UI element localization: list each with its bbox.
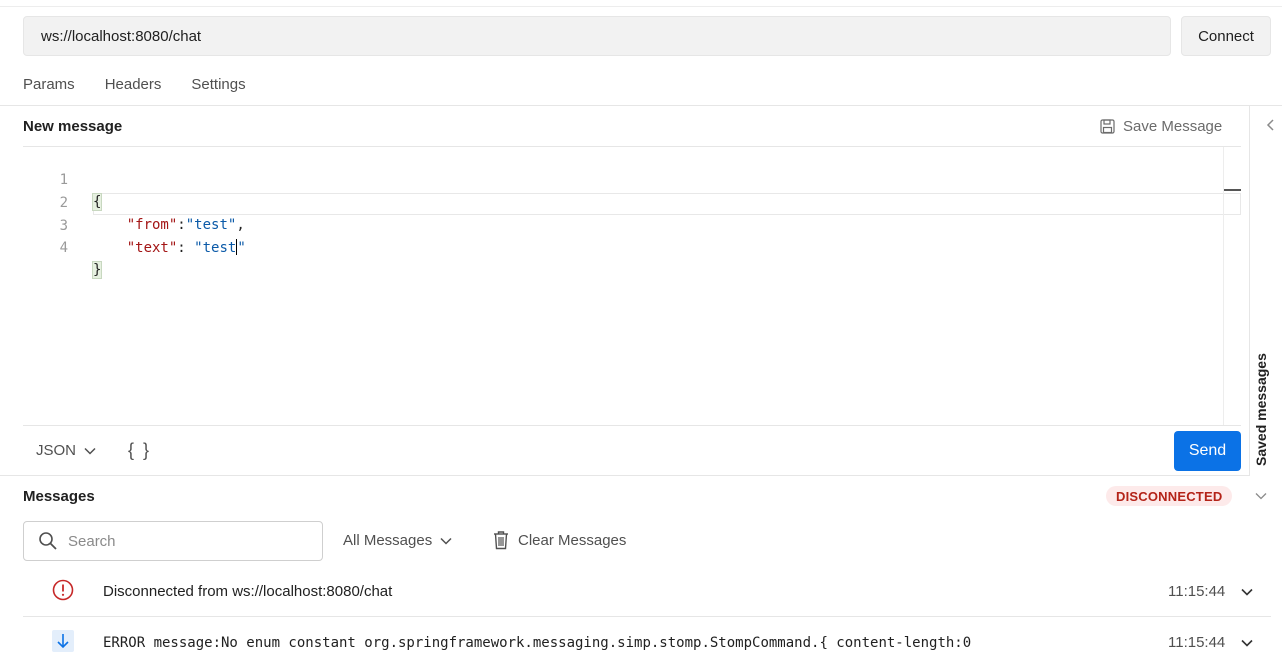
- divider: [23, 425, 1241, 426]
- search-field[interactable]: [23, 521, 323, 561]
- code-line: 4 }: [23, 215, 103, 279]
- line-number: 4: [59, 240, 68, 256]
- tab-params[interactable]: Params: [23, 76, 75, 93]
- message-row[interactable]: ERROR message:No enum constant org.sprin…: [23, 618, 1272, 667]
- filter-value: All Messages: [343, 532, 433, 549]
- message-text: Disconnected from ws://localhost:8080/ch…: [103, 583, 393, 600]
- save-icon: [1100, 119, 1115, 134]
- chevron-down-icon: [84, 447, 96, 455]
- code-line: 1 {: [23, 147, 103, 211]
- divider: [0, 105, 1282, 106]
- message-editor[interactable]: 1 { 2 "from":"test", 3 "text": "test" 4 …: [23, 147, 1241, 425]
- search-input[interactable]: [68, 532, 298, 550]
- search-icon: [39, 532, 57, 550]
- format-value: JSON: [36, 442, 77, 459]
- active-line-highlight: [93, 193, 1241, 215]
- new-message-title: New message: [23, 118, 123, 135]
- saved-messages-label[interactable]: Saved messages: [1253, 353, 1269, 466]
- clear-messages-button[interactable]: Clear Messages: [492, 530, 626, 550]
- chevron-left-icon[interactable]: [1265, 118, 1277, 132]
- send-button[interactable]: Send: [1174, 431, 1241, 471]
- tab-headers[interactable]: Headers: [105, 76, 162, 93]
- code-line: 2 "from":"test",: [23, 170, 245, 233]
- error-circle-icon: [52, 579, 74, 601]
- save-message-label: Save Message: [1123, 118, 1223, 135]
- scrollbar-cursor-marker: [1224, 189, 1241, 191]
- message-timestamp: 11:15:44: [1168, 583, 1226, 600]
- chevron-down-icon: [440, 537, 452, 545]
- message-timestamp: 11:15:44: [1168, 634, 1226, 651]
- message-text: ERROR message:No enum constant org.sprin…: [103, 635, 972, 651]
- top-border: [0, 6, 1282, 7]
- arrow-down-icon: [52, 630, 74, 652]
- trash-icon: [494, 531, 508, 550]
- messages-title: Messages: [23, 488, 95, 505]
- chevron-down-icon[interactable]: [1254, 489, 1268, 503]
- format-select[interactable]: JSON: [36, 442, 96, 459]
- chevron-down-icon[interactable]: [1240, 585, 1254, 599]
- beautify-button[interactable]: { }: [128, 440, 151, 461]
- divider: [0, 475, 1249, 476]
- save-message-button[interactable]: Save Message: [1100, 118, 1222, 135]
- status-badge: DISCONNECTED: [1106, 486, 1233, 506]
- url-input[interactable]: ws://localhost:8080/chat: [23, 16, 1171, 56]
- url-value: ws://localhost:8080/chat: [41, 27, 202, 45]
- code-line: 3 "text": "test": [23, 193, 246, 256]
- request-tabs: Params Headers Settings: [23, 76, 276, 93]
- clear-messages-label: Clear Messages: [518, 531, 627, 549]
- connect-button[interactable]: Connect: [1181, 16, 1271, 56]
- message-filter-select[interactable]: All Messages: [343, 532, 452, 549]
- chevron-down-icon[interactable]: [1240, 636, 1254, 650]
- tab-settings[interactable]: Settings: [191, 76, 245, 93]
- message-row[interactable]: Disconnected from ws://localhost:8080/ch…: [23, 567, 1271, 617]
